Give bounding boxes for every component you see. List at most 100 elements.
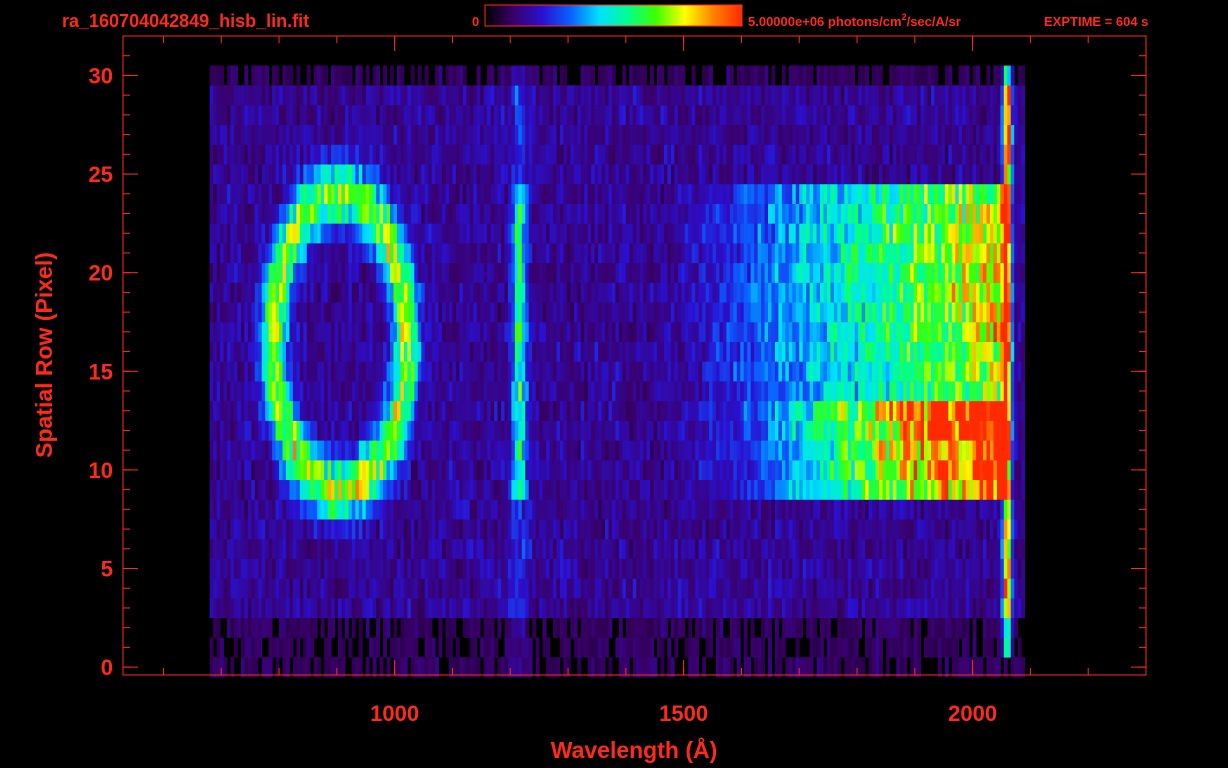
heatmap-cell xyxy=(455,420,460,441)
heatmap-cell xyxy=(265,538,270,559)
heatmap-cell xyxy=(889,282,894,303)
heatmap-cell xyxy=(292,657,297,678)
heatmap-cell xyxy=(570,400,575,421)
heatmap-cell xyxy=(993,302,998,323)
heatmap-cell xyxy=(424,578,429,599)
heatmap-cell xyxy=(348,479,353,500)
heatmap-cell xyxy=(306,460,311,481)
heatmap-cell xyxy=(268,558,273,579)
heatmap-cell xyxy=(570,302,575,323)
heatmap-cell xyxy=(691,519,696,540)
heatmap-cell xyxy=(601,598,606,619)
heatmap-cell xyxy=(809,302,814,323)
heatmap-cell xyxy=(282,262,287,283)
heatmap-cell xyxy=(230,598,235,619)
heatmap-cell xyxy=(237,400,242,421)
heatmap-cell xyxy=(868,440,873,461)
heatmap-cell xyxy=(265,499,270,520)
heatmap-cell xyxy=(448,302,453,323)
heatmap-cell xyxy=(459,262,464,283)
heatmap-cell xyxy=(594,617,599,638)
heatmap-cell xyxy=(289,381,294,402)
heatmap-cell xyxy=(393,341,398,362)
heatmap-cell xyxy=(993,381,998,402)
heatmap-cell xyxy=(455,400,460,421)
heatmap-cell xyxy=(636,361,641,382)
heatmap-cell xyxy=(878,617,883,638)
heatmap-cell xyxy=(476,657,481,678)
heatmap-cell xyxy=(719,321,724,342)
heatmap-cell xyxy=(1000,499,1005,520)
heatmap-cell xyxy=(830,400,835,421)
heatmap-cell xyxy=(781,499,786,520)
heatmap-cell xyxy=(625,262,630,283)
heatmap-cell xyxy=(903,558,908,579)
heatmap-cell xyxy=(369,578,374,599)
heatmap-cell xyxy=(240,282,245,303)
heatmap-cell xyxy=(424,243,429,264)
heatmap-cell xyxy=(438,637,443,658)
heatmap-cell xyxy=(605,617,609,638)
heatmap-cell xyxy=(979,420,984,441)
heatmap-cell xyxy=(993,558,998,579)
heatmap-cell xyxy=(934,558,939,579)
heatmap-cell xyxy=(618,262,623,283)
heatmap-cell xyxy=(435,598,439,619)
heatmap-cell xyxy=(223,538,228,559)
heatmap-cell xyxy=(809,558,814,579)
heatmap-cell xyxy=(358,558,363,579)
heatmap-cell xyxy=(431,558,436,579)
heatmap-cell xyxy=(414,657,419,678)
heatmap-cell xyxy=(747,499,752,520)
heatmap-cell xyxy=(459,400,464,421)
heatmap-cell xyxy=(996,282,1001,303)
heatmap-cell xyxy=(1000,420,1005,441)
heatmap-cell xyxy=(608,617,613,638)
heatmap-cell xyxy=(244,617,249,638)
heatmap-cell xyxy=(941,460,946,481)
heatmap-cell xyxy=(230,400,235,421)
heatmap-cell xyxy=(712,341,717,362)
heatmap-cell xyxy=(272,420,276,441)
heatmap-cell xyxy=(840,321,845,342)
heatmap-cell xyxy=(348,361,353,382)
heatmap-cell xyxy=(410,341,415,362)
heatmap-cell xyxy=(362,479,367,500)
heatmap-cell xyxy=(754,420,759,441)
heatmap-cell xyxy=(504,460,509,481)
heatmap-cell xyxy=(1010,598,1015,619)
heatmap-cell xyxy=(497,598,502,619)
heatmap-cell xyxy=(455,598,460,619)
heatmap-cell xyxy=(570,538,575,559)
heatmap-cell xyxy=(216,657,221,678)
heatmap-cell xyxy=(268,361,273,382)
heatmap-cell xyxy=(906,637,911,658)
heatmap-cell xyxy=(996,460,1001,481)
heatmap-cell xyxy=(958,558,963,579)
heatmap-cell xyxy=(826,460,831,481)
heatmap-cell xyxy=(663,420,668,441)
heatmap-cell xyxy=(601,302,606,323)
heatmap-cell xyxy=(833,460,838,481)
heatmap-cell xyxy=(254,479,259,500)
heatmap-cell xyxy=(830,499,835,520)
heatmap-cell xyxy=(837,460,842,481)
heatmap-cell xyxy=(858,400,863,421)
heatmap-cell xyxy=(213,460,218,481)
heatmap-cell xyxy=(670,499,675,520)
heatmap-cell xyxy=(951,460,956,481)
heatmap-cell xyxy=(483,499,488,520)
heatmap-cell xyxy=(553,282,557,303)
heatmap-cell xyxy=(688,499,693,520)
heatmap-cell xyxy=(521,558,526,579)
heatmap-cell xyxy=(362,538,367,559)
heatmap-cell xyxy=(771,400,776,421)
heatmap-cell xyxy=(213,302,218,323)
heatmap-cell xyxy=(899,499,904,520)
heatmap-cell xyxy=(213,578,218,599)
heatmap-cell xyxy=(296,538,301,559)
heatmap-cell xyxy=(549,282,554,303)
heatmap-cell xyxy=(875,617,880,638)
heatmap-cell xyxy=(296,460,301,481)
heatmap-cell xyxy=(872,479,876,500)
